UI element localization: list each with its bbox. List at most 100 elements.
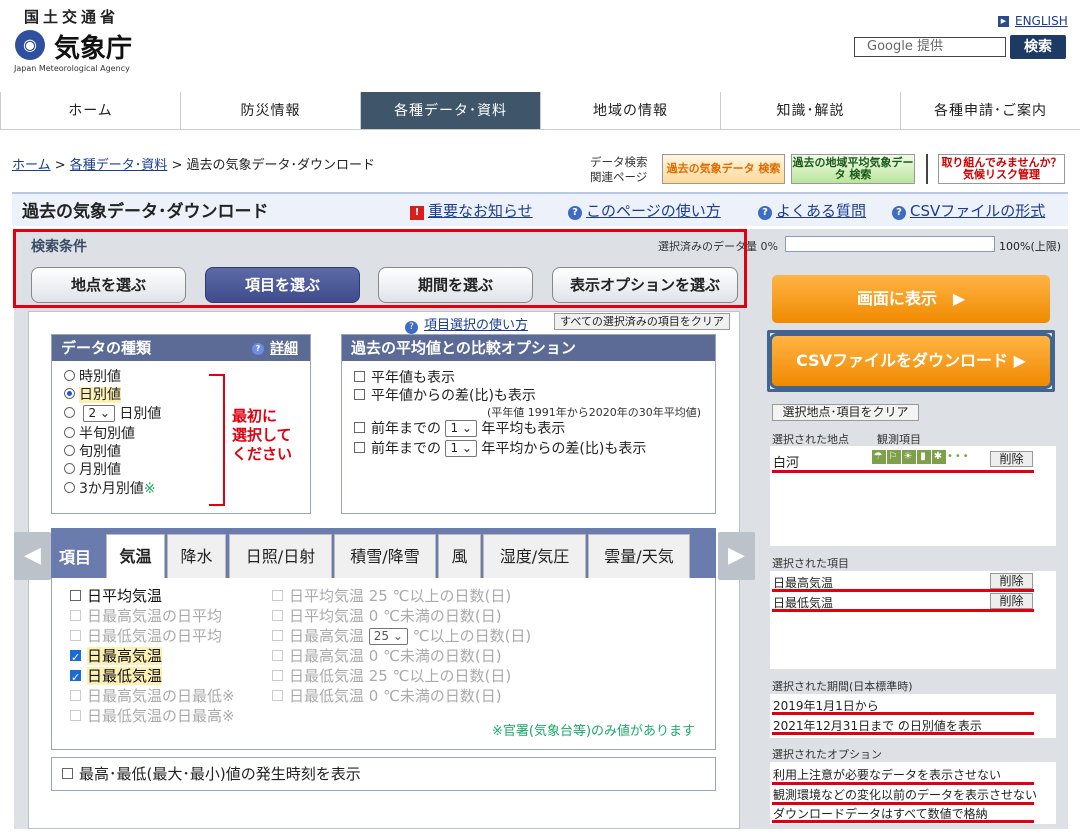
tabs-label: 項目 (59, 548, 92, 567)
days-select[interactable]: 2 ⌄ (83, 405, 115, 422)
obs-item-icons: ☂ ⚐ ☀ ▮ ✱ ••• (872, 450, 971, 464)
data-amount-max: 100%(上限) (999, 240, 1062, 253)
item-daily-max-mean: 日最高気温の日平均 (70, 606, 222, 626)
important-notice-link[interactable]: ! 重要なお知らせ (410, 200, 533, 221)
question-icon: ? (568, 206, 582, 220)
prev-years-diff-checkbox[interactable]: 前年までの 1 ⌄ 年平均からの差(比)も表示 (354, 440, 646, 458)
selected-options-label: 選択されたオプション (772, 748, 882, 761)
page-title: 過去の気象データ･ダウンロード (22, 202, 269, 222)
item-max-lt0: 日最高気温 0 ℃未満の日数(日) (272, 646, 502, 666)
normal-period-note: (平年値 1991年から2020年の30年平均値) (487, 406, 702, 419)
nav-home[interactable]: ホーム (0, 92, 180, 129)
question-icon: ? (758, 206, 772, 220)
obs-items-label: 観測項目 (877, 433, 921, 446)
item-help-link[interactable]: ? 項目選択の使い方 (405, 314, 528, 334)
underline (772, 732, 1034, 735)
underline (772, 470, 1034, 473)
breadcrumb-data[interactable]: 各種データ･資料 (70, 158, 168, 173)
delete-station-button[interactable]: 削除 (990, 451, 1033, 467)
prev-years-avg-checkbox[interactable]: 前年までの 1 ⌄ 年平均も表示 (354, 420, 565, 438)
faq-link[interactable]: ? よくある質問 (758, 200, 866, 221)
nav-data[interactable]: 各種データ･資料 (360, 92, 540, 129)
jma-logo-icon[interactable]: ◉ (15, 30, 45, 60)
radio-half-dekad[interactable]: 半旬別値 (64, 426, 135, 443)
data-type-detail-link[interactable]: ? 詳細 (252, 338, 298, 358)
nav-region[interactable]: 地域の情報 (540, 92, 720, 129)
tab-cloud[interactable]: 雲量/天気 (588, 534, 690, 579)
radio-daily[interactable]: 日別値 (64, 387, 121, 404)
item-mean-ge25: 日平均気温 25 ℃以上の日数(日) (272, 586, 511, 606)
question-icon: ? (892, 206, 906, 220)
regional-average-search-banner[interactable]: 過去の地域平均気象データ 検索 (791, 154, 915, 184)
underline (772, 820, 1034, 823)
data-amount-progress (785, 236, 995, 252)
past-weather-search-banner[interactable]: 過去の気象データ 検索 (662, 154, 785, 184)
red-bracket (209, 374, 225, 506)
tab-sunshine[interactable]: 日照/日射 (229, 534, 332, 579)
selected-station-label: 選択された地点 (772, 433, 849, 446)
item-max-ge-sel: 日最高気温 25 ⌄ ℃以上の日数(日) (272, 626, 531, 646)
tab-precipitation[interactable]: 降水 (167, 534, 226, 579)
tab-temperature[interactable]: 気温 (106, 534, 165, 579)
tab-humidity[interactable]: 湿度/気圧 (483, 534, 586, 579)
normal-value-checkbox[interactable]: 平年値も表示 (354, 369, 455, 387)
english-link-text[interactable]: ENGLISH (1015, 14, 1068, 28)
tab-wind[interactable]: 風 (438, 534, 481, 579)
csv-format-link[interactable]: ? CSVファイルの形式 (892, 200, 1045, 221)
howto-link[interactable]: ? このページの使い方 (568, 200, 721, 221)
item-daily-min-mean: 日最低気温の日平均 (70, 626, 222, 646)
agency-name[interactable]: 気象庁 (54, 28, 132, 65)
delete-item-button[interactable]: 削除 (990, 573, 1033, 589)
nav-application[interactable]: 各種申請･ご案内 (900, 92, 1080, 129)
exclamation-icon: ! (410, 206, 424, 220)
years-select[interactable]: 1 ⌄ (445, 420, 477, 437)
tab-next-arrow-icon[interactable]: ▶ (718, 532, 755, 580)
radio-3month[interactable]: 3か月別値※ (64, 481, 156, 498)
highlight-box (13, 229, 747, 308)
show-on-screen-button[interactable]: 画面に表示 ▶ (772, 275, 1050, 323)
download-csv-button[interactable]: CSVファイルをダウンロード ▶ (772, 336, 1050, 386)
breadcrumb-home[interactable]: ホーム (12, 158, 51, 173)
item-daily-min-temp[interactable]: 日最低気温 (70, 666, 163, 688)
item-mean-lt0: 日平均気温 0 ℃未満の日数(日) (272, 606, 502, 626)
question-icon: ? (405, 321, 418, 334)
item-min-lt0: 日最低気温 0 ℃未満の日数(日) (272, 686, 502, 706)
delete-item-button[interactable]: 削除 (990, 593, 1033, 609)
item-daily-max-temp[interactable]: 日最高気温 (70, 646, 163, 668)
search-input[interactable]: Google 提供 (854, 37, 1006, 57)
tab-snow[interactable]: 積雪/降雪 (334, 534, 436, 579)
more-icon: ••• (947, 451, 971, 462)
radio-multi-day[interactable]: 2 ⌄ 日別値 (64, 405, 161, 423)
wind-icon: ⚐ (887, 450, 901, 464)
english-link[interactable]: ▶ ENGLISH (998, 14, 1068, 28)
underline (772, 712, 1034, 715)
normal-diff-checkbox[interactable]: 平年値からの差(比)も表示 (354, 387, 536, 405)
radio-monthly[interactable]: 月別値 (64, 462, 121, 479)
threshold-select[interactable]: 25 ⌄ (368, 628, 408, 645)
option-item: 観測環境などの変化以前のデータを表示させない (773, 788, 1038, 802)
tab-prev-arrow-icon[interactable]: ◀ (14, 532, 51, 580)
nav-disaster[interactable]: 防災情報 (180, 92, 360, 129)
rain-icon: ☂ (872, 450, 886, 464)
comparison-heading: 過去の平均値との比較オプション (342, 335, 715, 361)
breadcrumb-current: 過去の気象データ･ダウンロード (186, 158, 375, 173)
selected-items-label: 選択された項目 (772, 557, 849, 570)
underline (772, 782, 1034, 785)
years-select[interactable]: 1 ⌄ (445, 440, 477, 457)
office-only-note: ※官署(気象台等)のみ値があります (492, 724, 696, 739)
nav-knowledge[interactable]: 知識･解説 (720, 92, 900, 129)
underline (772, 589, 1034, 592)
item-min-highest: 日最低気温の日最高※ (70, 706, 235, 726)
snow-icon: ✱ (932, 450, 946, 464)
clear-all-items-button[interactable]: すべての選択済みの項目をクリア (554, 313, 730, 330)
radio-hourly[interactable]: 時別値 (64, 369, 121, 386)
breadcrumb-sep: > (171, 158, 187, 173)
clear-selection-button[interactable]: 選択地点･項目をクリア (772, 404, 919, 421)
occurrence-time-option[interactable]: 最高･最低(最大･最小)値の発生時刻を表示 (51, 757, 716, 791)
item-daily-mean-temp[interactable]: 日平均気温 (70, 586, 162, 606)
selected-period-label: 選択された期間(日本標準時) (772, 680, 913, 693)
breadcrumb-sep: > (54, 158, 70, 173)
climate-risk-banner[interactable]: 取り組んでみませんか？ 気候リスク管理 (938, 154, 1065, 184)
search-button[interactable]: 検索 (1010, 35, 1066, 59)
radio-dekad[interactable]: 旬別値 (64, 444, 121, 461)
